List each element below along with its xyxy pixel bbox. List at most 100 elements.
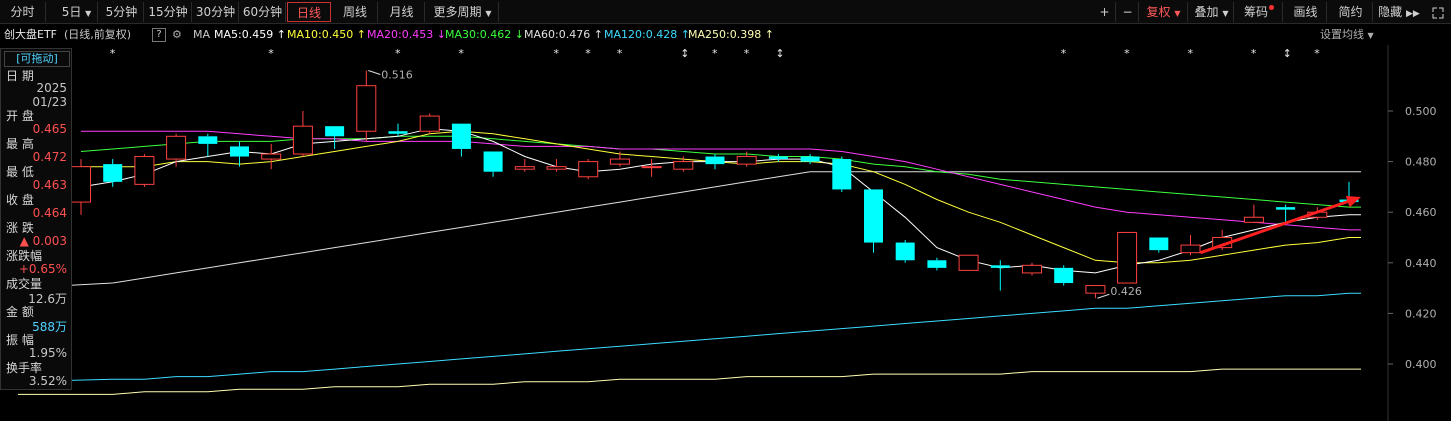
candle-body-down bbox=[990, 265, 1010, 268]
chart-subtitle: (日线,前复权) bbox=[64, 28, 132, 41]
high-label: 最 高 bbox=[6, 137, 34, 151]
ma250-line bbox=[18, 368, 1361, 395]
event-star-icon: * bbox=[617, 47, 623, 60]
ma-settings-button[interactable]: 设置均线 ▼ bbox=[1320, 25, 1374, 46]
low-label: 最 低 bbox=[6, 165, 34, 179]
arrow-up-icon: ↑ bbox=[356, 28, 366, 41]
chevron-down-icon: ▼ bbox=[1222, 9, 1229, 18]
event-updown-icon: ↕ bbox=[775, 47, 784, 60]
y-tick-label: 0.440 bbox=[1405, 257, 1437, 270]
candle-body-down bbox=[895, 242, 915, 261]
candle-body-up bbox=[134, 156, 155, 185]
ma-item-250: MA250:0.398 ↑ bbox=[688, 25, 774, 45]
event-star-icon: * bbox=[554, 47, 560, 60]
close-value: 0.464 bbox=[32, 206, 67, 220]
period-daily[interactable]: 日线 bbox=[287, 2, 331, 22]
candle-body-up bbox=[1085, 285, 1106, 294]
ma10-line bbox=[81, 130, 1361, 264]
event-star-icon: * bbox=[712, 47, 718, 60]
candle-body-down bbox=[768, 156, 788, 160]
ma120-line bbox=[17, 292, 1361, 383]
ma-item-20: MA20:0.453 ↓ bbox=[367, 25, 446, 45]
y-tick-label: 0.400 bbox=[1405, 358, 1437, 371]
candle-body-up bbox=[514, 166, 535, 170]
arrow-up-icon: ↑ bbox=[276, 28, 286, 41]
candle-body-down bbox=[864, 189, 883, 243]
event-star-icon: * bbox=[110, 47, 116, 60]
help-icon[interactable]: ? bbox=[152, 28, 166, 42]
high-value: 0.472 bbox=[32, 150, 67, 164]
date-value: 01/23 bbox=[32, 95, 67, 109]
kline-chart[interactable]: 0.500 0.480 0.460 0.440 0.420 0.400 0.516 0.426… bbox=[0, 45, 1451, 421]
yincang-button[interactable]: 隐藏 ▶▶ bbox=[1375, 2, 1423, 22]
event-star-icon: * bbox=[1314, 47, 1320, 60]
event-star-icon: * bbox=[1251, 47, 1257, 60]
maximize-icon[interactable] bbox=[1427, 2, 1449, 22]
low-annotation-label: 0.426 bbox=[1110, 285, 1142, 298]
zoom-in-button[interactable]: + bbox=[1094, 2, 1116, 22]
candle-body-down bbox=[705, 156, 725, 165]
jianyue-button[interactable]: 简约 bbox=[1329, 2, 1373, 22]
candle-body-down bbox=[388, 131, 408, 134]
drag-handle[interactable]: [可拖动] bbox=[4, 51, 70, 67]
event-star-icon: * bbox=[268, 47, 274, 60]
chouma-button[interactable]: 筹码 bbox=[1236, 2, 1283, 22]
amplitude-value: 1.95% bbox=[28, 346, 67, 360]
period-60min[interactable]: 60分钟 bbox=[240, 2, 286, 22]
chouma-label: 筹码 bbox=[1243, 5, 1268, 19]
candle-body-down bbox=[325, 126, 345, 137]
period-fenshi[interactable]: 分时 bbox=[0, 2, 46, 22]
fuquan-button[interactable]: 复权 ▼ bbox=[1140, 2, 1188, 22]
yincang-label: 隐藏 bbox=[1378, 5, 1403, 19]
y-tick-label: 0.500 bbox=[1405, 105, 1437, 118]
period-more-label: 更多周期 bbox=[433, 5, 482, 19]
candle-body-down bbox=[1276, 207, 1296, 210]
period-weekly[interactable]: 周线 bbox=[333, 2, 378, 22]
low-annotation-pointer bbox=[1097, 293, 1110, 299]
event-star-icon: * bbox=[1188, 47, 1194, 60]
diejia-button[interactable]: 叠加 ▼ bbox=[1190, 2, 1234, 22]
gear-icon[interactable]: ⚙ bbox=[172, 25, 182, 45]
candle-body-up bbox=[261, 153, 282, 160]
trend-arrow-head-icon bbox=[1345, 195, 1361, 208]
zoom-out-button[interactable]: − bbox=[1117, 2, 1139, 22]
candle-body-up bbox=[546, 166, 567, 170]
ma-legend-bar: 创大盘ETF (日线,前复权) ? ⚙ MA MA5:0.459 ↑ MA10:… bbox=[0, 25, 1451, 45]
candle-body-up bbox=[958, 254, 979, 271]
event-star-icon: * bbox=[458, 47, 464, 60]
period-30min[interactable]: 30分钟 bbox=[193, 2, 239, 22]
event-star-icon: * bbox=[1061, 47, 1067, 60]
period-5min[interactable]: 5分钟 bbox=[100, 2, 144, 22]
open-label: 开 盘 bbox=[6, 109, 34, 123]
candle-body-down bbox=[1054, 267, 1074, 284]
candle-body-down bbox=[451, 123, 471, 149]
event-star-icon: * bbox=[585, 47, 591, 60]
period-toolbar: 分时 5日 ▼ 5分钟 15分钟 30分钟 60分钟 日线 周线 月线 更多周期… bbox=[0, 0, 1451, 24]
high-annotation-pointer bbox=[368, 70, 381, 75]
huaxian-button[interactable]: 画线 bbox=[1285, 2, 1327, 22]
candle-body-up bbox=[578, 161, 599, 178]
amount-value: 588万 bbox=[32, 320, 67, 334]
pct-value: +0.65% bbox=[18, 262, 67, 276]
high-annotation-label: 0.516 bbox=[381, 69, 413, 82]
candle-body-up bbox=[1243, 216, 1264, 223]
period-5day[interactable]: 5日 ▼ bbox=[56, 2, 98, 22]
period-more[interactable]: 更多周期 ▼ bbox=[427, 2, 499, 22]
ma-prefix: MA bbox=[193, 28, 211, 41]
ma-settings-label: 设置均线 bbox=[1320, 28, 1364, 41]
candle-body-up bbox=[356, 85, 377, 132]
ma20-line bbox=[81, 130, 1361, 231]
chevron-down-icon: ▼ bbox=[1367, 31, 1374, 40]
period-monthly[interactable]: 月线 bbox=[379, 2, 425, 22]
date-label: 日 期 bbox=[6, 69, 34, 83]
double-chevron-right-icon: ▶▶ bbox=[1406, 9, 1420, 19]
arrow-down-icon: ↓ bbox=[514, 28, 524, 41]
period-15min[interactable]: 15分钟 bbox=[145, 2, 192, 22]
ma-label: MA5:0.459 bbox=[214, 28, 274, 41]
ma-label: MA120:0.428 bbox=[604, 28, 678, 41]
event-updown-icon: ↕ bbox=[680, 47, 689, 60]
ma-item-30: MA30:0.462 ↓ bbox=[445, 25, 524, 45]
security-name: 创大盘ETF bbox=[4, 28, 57, 41]
info-panel[interactable]: [可拖动] 日 期 2025 01/23 开 盘 0.465 最 高 0.472… bbox=[0, 48, 72, 390]
candle-body-down bbox=[230, 146, 249, 157]
